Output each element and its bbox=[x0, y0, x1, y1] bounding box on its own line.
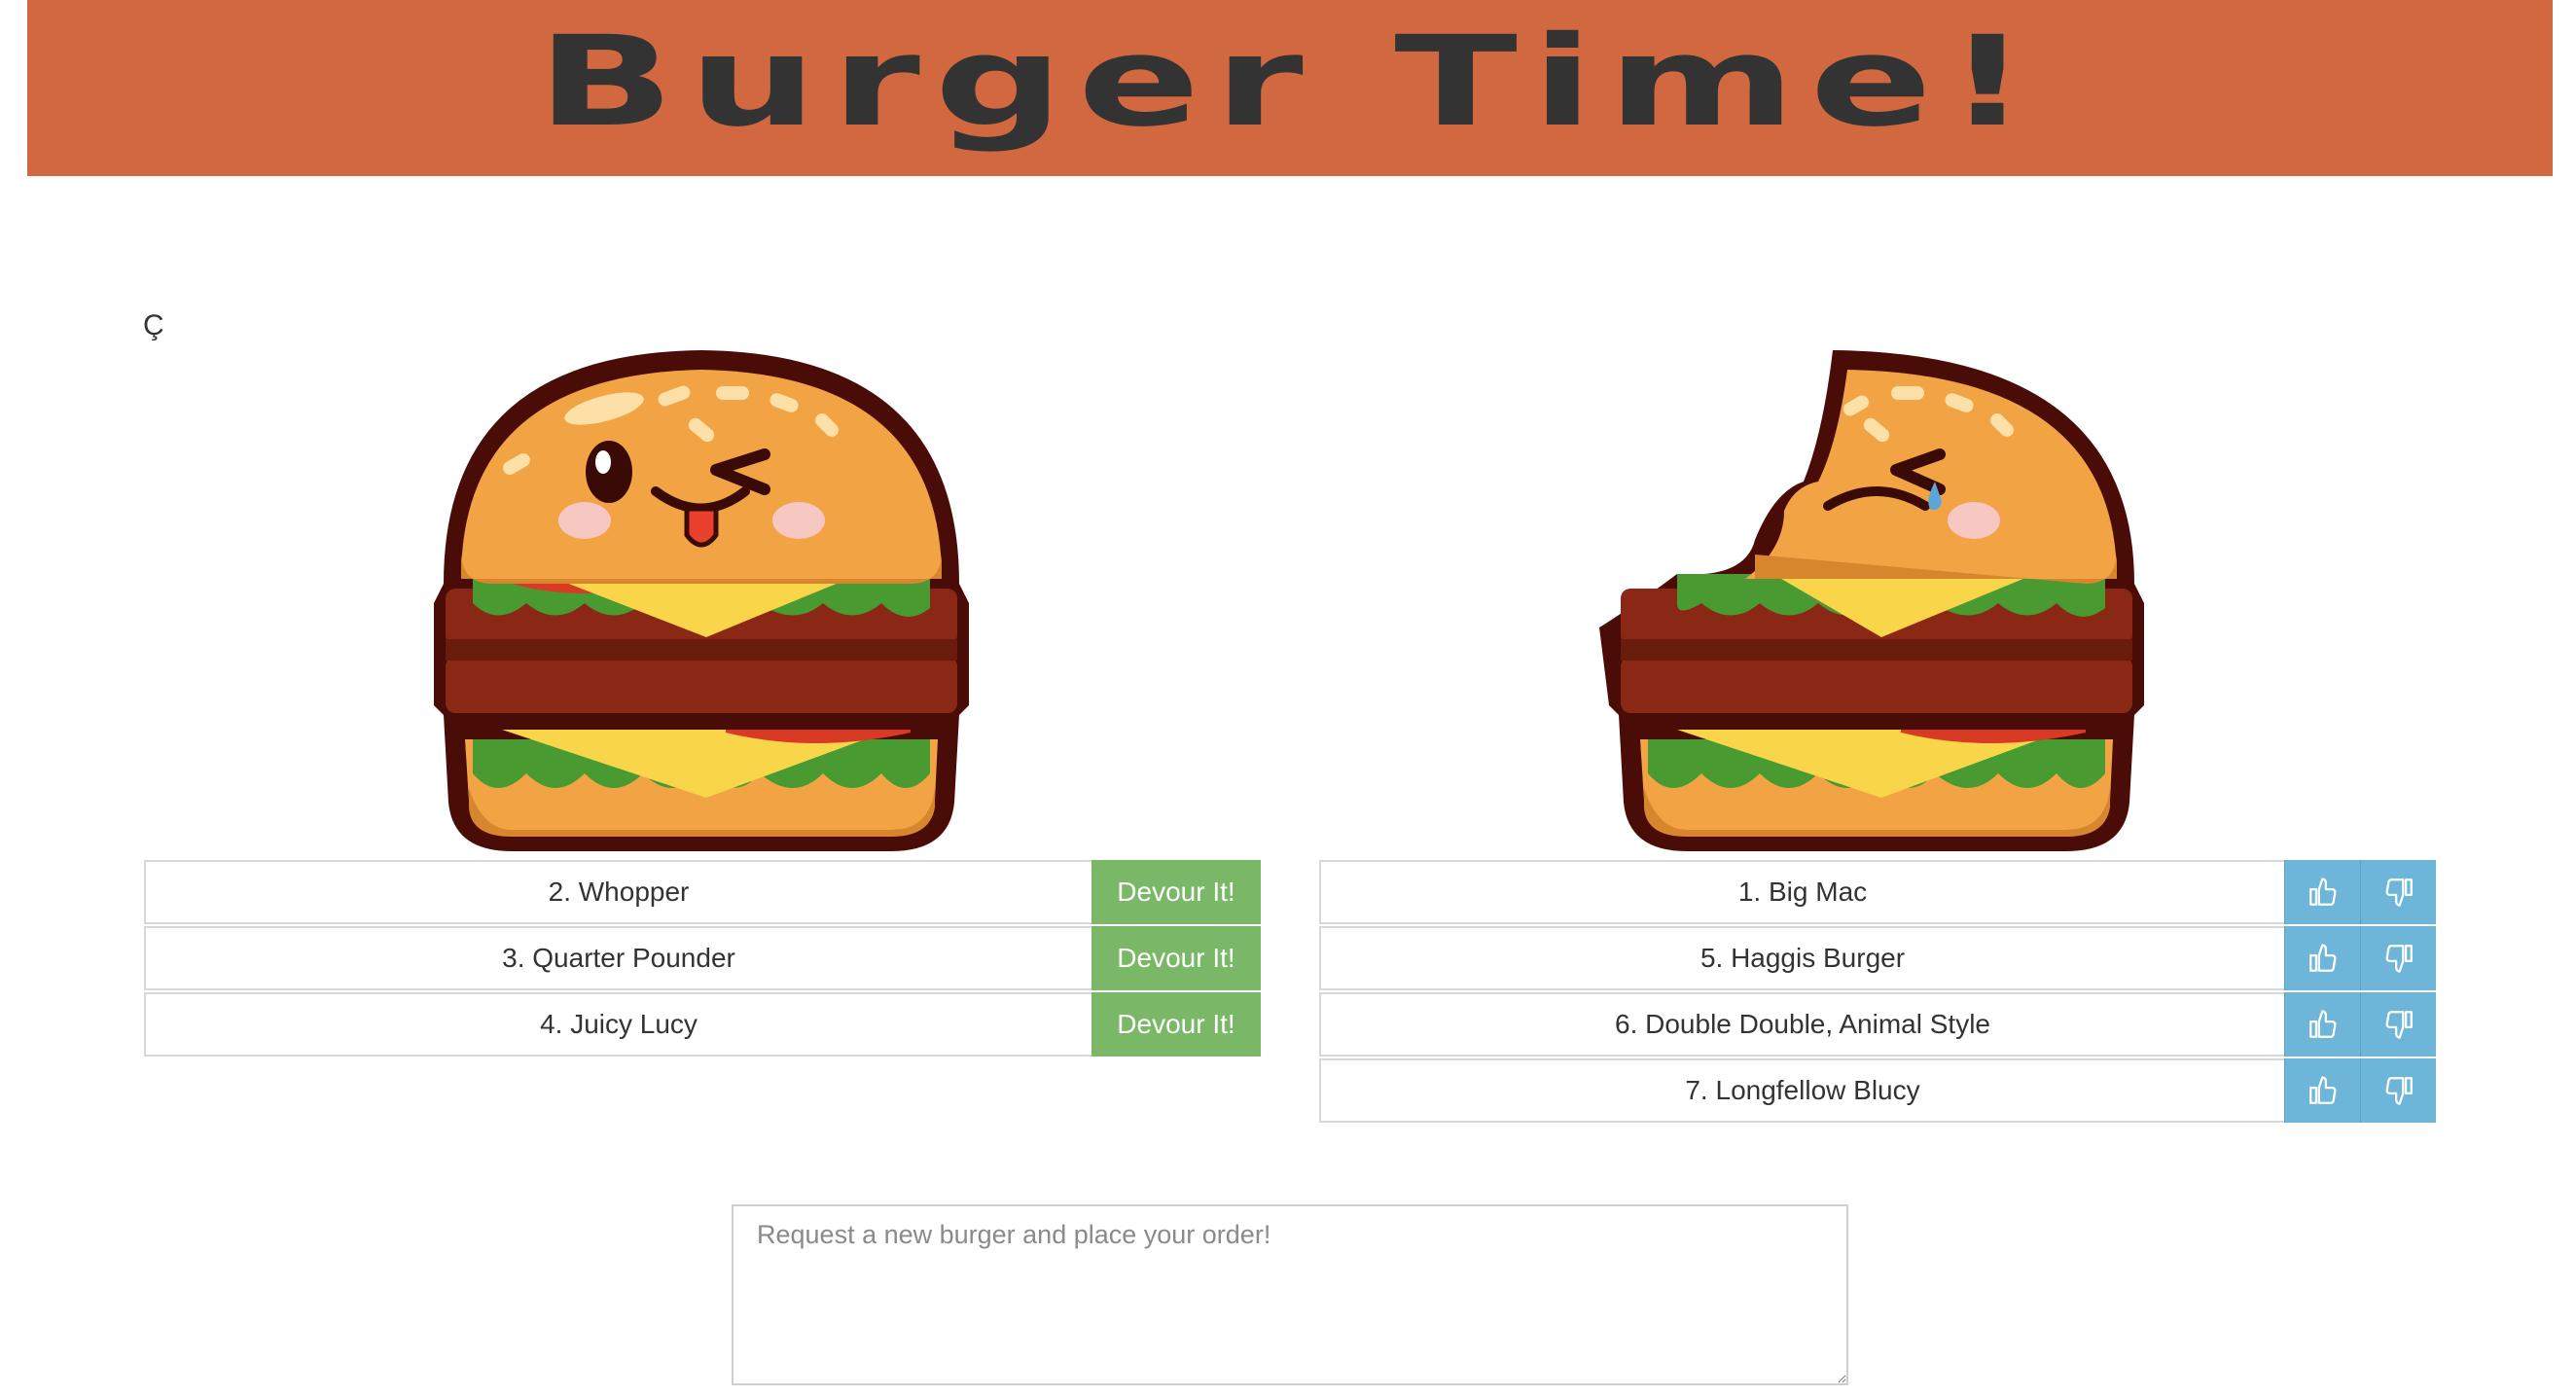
list-item: 4. Juicy Lucy Devour It! bbox=[144, 992, 1261, 1057]
burger-name: 6. Double Double, Animal Style bbox=[1615, 1009, 1990, 1039]
burger-name: 5. Haggis Burger bbox=[1699, 943, 1906, 973]
list-item: 1. Big Mac bbox=[1319, 860, 2436, 924]
list-item: 3. Quarter Pounder Devour It! bbox=[144, 926, 1261, 990]
thumbs-down-button[interactable] bbox=[2360, 992, 2436, 1057]
thumbs-up-button[interactable] bbox=[2284, 1058, 2360, 1123]
thumbs-up-icon bbox=[2308, 1010, 2336, 1038]
burger-name: 4. Juicy Lucy bbox=[540, 1009, 698, 1039]
stray-character: Ç bbox=[143, 309, 164, 341]
burger-name: 1. Big Mac bbox=[1737, 877, 1868, 907]
burger-name: 7. Longfellow Blucy bbox=[1685, 1075, 1920, 1105]
thumbs-up-button[interactable] bbox=[2284, 926, 2360, 990]
list-item: 6. Double Double, Animal Style bbox=[1319, 992, 2436, 1057]
burger-name: 3. Quarter Pounder bbox=[502, 943, 735, 973]
thumbs-up-button[interactable] bbox=[2284, 992, 2360, 1057]
page-title: Burger Time! bbox=[536, 10, 2044, 155]
list-item: 2. Whopper Devour It! bbox=[144, 860, 1261, 924]
devoured-burger-list: 1. Big Mac 5. Haggis Burger 6. Double Do… bbox=[1319, 860, 2436, 1125]
burger-name: 2. Whopper bbox=[548, 877, 690, 907]
header-banner: Burger Time! bbox=[27, 0, 2553, 176]
thumbs-down-button[interactable] bbox=[2360, 1058, 2436, 1123]
happy-burger-icon bbox=[434, 350, 969, 851]
thumbs-down-button[interactable] bbox=[2360, 860, 2436, 924]
thumbs-down-button[interactable] bbox=[2360, 926, 2436, 990]
burger-request-input[interactable] bbox=[732, 1204, 1848, 1385]
thumbs-up-icon bbox=[2308, 944, 2336, 972]
thumbs-up-icon bbox=[2308, 1076, 2336, 1104]
devour-button[interactable]: Devour It! bbox=[1091, 992, 1261, 1057]
thumbs-down-icon bbox=[2385, 945, 2413, 973]
thumbs-down-icon bbox=[2385, 878, 2413, 907]
thumbs-up-icon bbox=[2308, 878, 2336, 906]
list-item: 7. Longfellow Blucy bbox=[1319, 1058, 2436, 1123]
devour-button[interactable]: Devour It! bbox=[1091, 860, 1261, 924]
thumbs-down-icon bbox=[2385, 1011, 2413, 1039]
thumbs-up-button[interactable] bbox=[2284, 860, 2360, 924]
bitten-burger-icon bbox=[1599, 350, 2144, 851]
list-item: 5. Haggis Burger bbox=[1319, 926, 2436, 990]
uneaten-burger-list: 2. Whopper Devour It! 3. Quarter Pounder… bbox=[144, 860, 1261, 1058]
devour-button[interactable]: Devour It! bbox=[1091, 926, 1261, 990]
thumbs-down-icon bbox=[2385, 1077, 2413, 1105]
